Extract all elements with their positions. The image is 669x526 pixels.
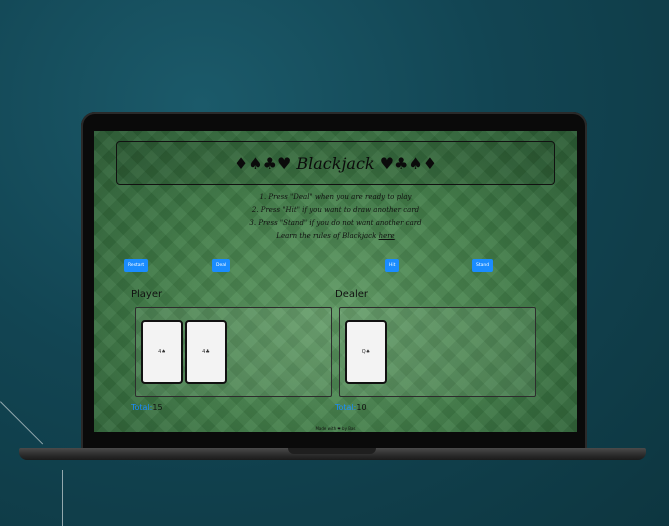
player-hand: 4♠ 4♣ [135, 307, 332, 397]
rules-text: 1. Press "Deal" when you are ready to pl… [94, 191, 577, 243]
decorative-line [0, 401, 44, 445]
laptop-notch [288, 448, 376, 454]
card-value: Q♠ [361, 349, 371, 355]
dealer-total-value: 10 [356, 403, 367, 412]
player-label: Player [131, 289, 163, 300]
restart-button[interactable]: Restart [124, 259, 149, 272]
rules-link[interactable]: here [379, 232, 395, 240]
page-title: ♦♠♣♥ Blackjack ♥♣♠♦ [233, 153, 438, 173]
rule-line: 2. Press "Hit" if you want to draw anoth… [251, 206, 420, 214]
dealer-total: Total:10 [335, 403, 367, 412]
card-value: 4♠ [158, 349, 166, 355]
player-card: 4♠ [141, 320, 183, 384]
player-total-value: 15 [152, 403, 163, 412]
dealer-hand: Q♠ [339, 307, 536, 397]
dealer-card: Q♠ [345, 320, 387, 384]
player-card: 4♣ [185, 320, 227, 384]
rule-line: 1. Press "Deal" when you are ready to pl… [259, 193, 412, 201]
title-banner: ♦♠♣♥ Blackjack ♥♣♠♦ [116, 141, 555, 185]
decorative-line-vertical [62, 470, 63, 526]
game-screen: ♦♠♣♥ Blackjack ♥♣♠♦ 1. Press "Deal" when… [94, 131, 577, 432]
dealer-total-label: Total: [335, 403, 357, 412]
card-value: 4♣ [202, 349, 210, 355]
deal-button[interactable]: Deal [212, 259, 231, 272]
player-total: Total:15 [131, 403, 163, 412]
learn-rules-text: Learn the rules of Blackjack [276, 232, 379, 240]
stand-button[interactable]: Stand [472, 259, 494, 272]
learn-rules-line: Learn the rules of Blackjack here [94, 230, 577, 243]
footer: Made with ❤ by Bas [315, 426, 356, 431]
dealer-label: Dealer [335, 289, 369, 300]
rule-line: 3. Press "Stand" if you do not want anot… [249, 219, 422, 227]
player-total-label: Total: [131, 403, 153, 412]
hit-button[interactable]: Hit [385, 259, 400, 272]
